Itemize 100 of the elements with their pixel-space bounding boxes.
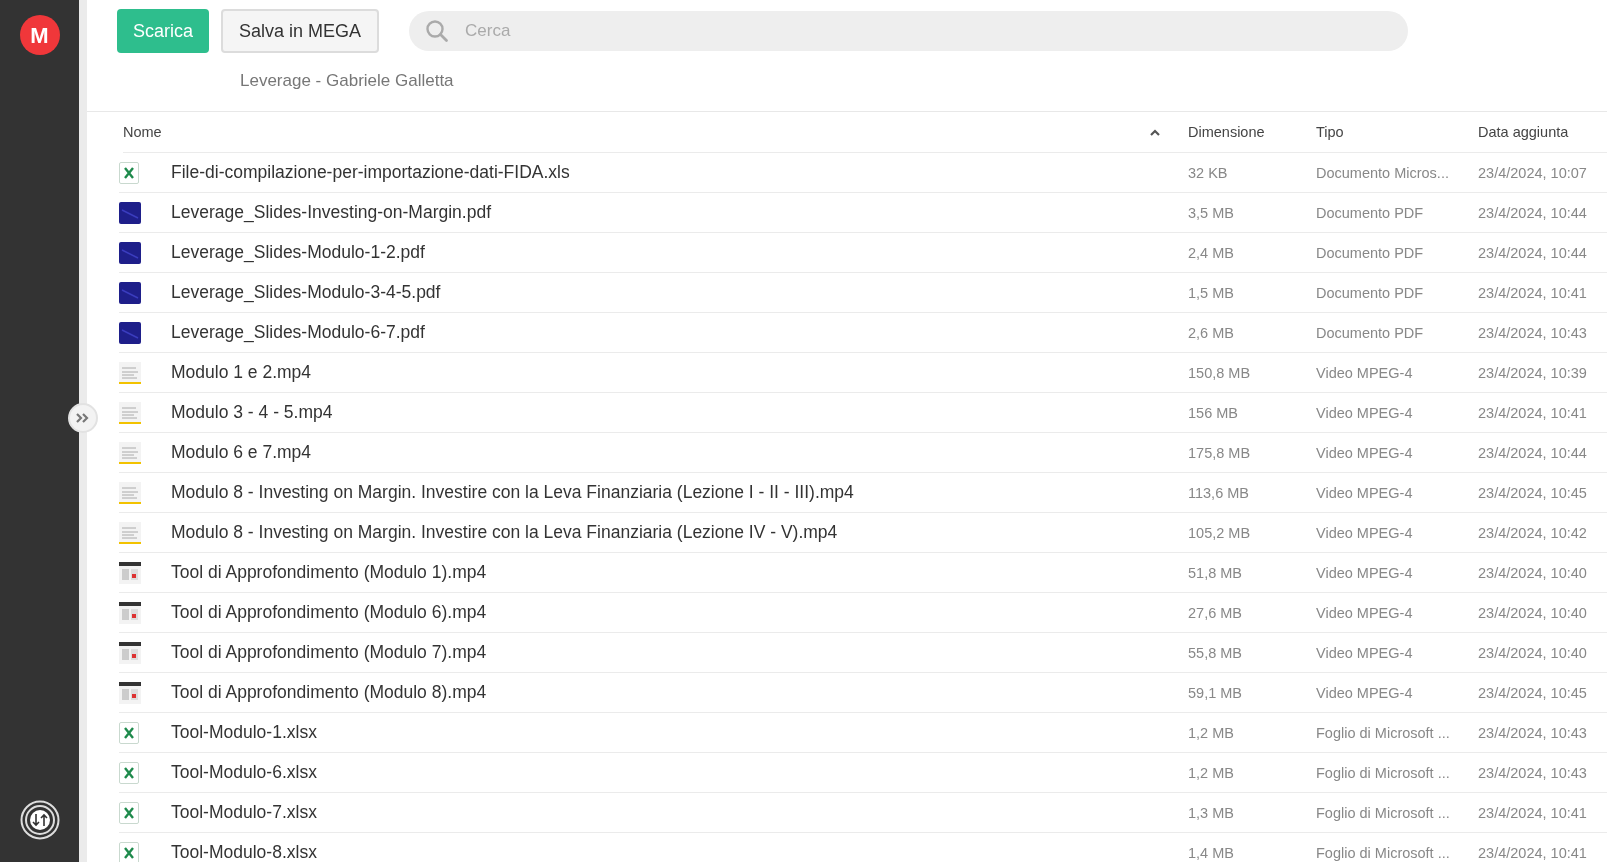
search-bar[interactable]: Cerca: [409, 11, 1409, 51]
file-type: Documento PDF: [1316, 204, 1424, 221]
file-size: 2,6 MB: [1188, 324, 1234, 341]
file-name[interactable]: Tool-Modulo-7.xlsx: [171, 802, 317, 823]
date-added: 23/4/2024, 10:41: [1478, 844, 1587, 861]
file-size: 51,8 MB: [1188, 564, 1242, 581]
column-header[interactable]: Nome: [123, 124, 162, 140]
transfers-icon[interactable]: [19, 800, 60, 840]
file-size: 1,2 MB: [1188, 764, 1234, 781]
video-thumbnail: [119, 642, 141, 665]
file-name[interactable]: Leverage_Slides-Modulo-3-4-5.pdf: [171, 282, 441, 303]
file-name[interactable]: Tool di Approfondimento (Modulo 1).mp4: [171, 562, 487, 583]
spreadsheet-file-icon: [119, 802, 139, 825]
file-type: Foglio di Microsoft ...: [1316, 724, 1450, 741]
file-size: 3,5 MB: [1188, 204, 1234, 221]
file-size: 2,4 MB: [1188, 244, 1234, 261]
date-added: 23/4/2024, 10:42: [1478, 524, 1587, 541]
expand-sidebar-button[interactable]: [68, 403, 98, 433]
file-size: 1,3 MB: [1188, 804, 1234, 821]
file-type: Foglio di Microsoft ...: [1316, 764, 1450, 781]
video-thumbnail: [119, 442, 141, 465]
date-added: 23/4/2024, 10:43: [1478, 724, 1587, 741]
file-name[interactable]: Modulo 8 - Investing on Margin. Investire con la Leva Finanziaria (Lezione I - II - III).mp4: [171, 482, 854, 503]
file-size: 59,1 MB: [1188, 684, 1242, 701]
column-header[interactable]: Tipo: [1316, 124, 1344, 140]
file-name[interactable]: Modulo 6 e 7.mp4: [171, 442, 312, 463]
file-name[interactable]: Tool-Modulo-8.xlsx: [171, 842, 317, 862]
file-name[interactable]: Tool di Approfondimento (Modulo 6).mp4: [171, 602, 487, 623]
file-size: 1,4 MB: [1188, 844, 1234, 861]
column-header[interactable]: Dimensione: [1188, 124, 1265, 140]
date-added: 23/4/2024, 10:44: [1478, 444, 1587, 461]
date-added: 23/4/2024, 10:39: [1478, 364, 1587, 381]
video-thumbnail: [119, 362, 141, 385]
search-icon: [425, 19, 450, 43]
file-size: 32 KB: [1188, 164, 1228, 181]
file-name[interactable]: Modulo 1 e 2.mp4: [171, 362, 312, 383]
file-size: 1,2 MB: [1188, 724, 1234, 741]
file-type: Video MPEG-4: [1316, 564, 1413, 581]
document-thumbnail: [119, 202, 141, 225]
date-added: 23/4/2024, 10:45: [1478, 484, 1587, 501]
logo[interactable]: M: [19, 15, 60, 55]
file-name[interactable]: Tool-Modulo-1.xlsx: [171, 722, 317, 743]
file-type: Video MPEG-4: [1316, 444, 1413, 461]
video-thumbnail: [119, 402, 141, 425]
file-type: Video MPEG-4: [1316, 684, 1413, 701]
column-header[interactable]: Data aggiunta: [1478, 124, 1569, 140]
file-name[interactable]: Modulo 8 - Investing on Margin. Investire con la Leva Finanziaria (Lezione IV - V).mp4: [171, 522, 838, 543]
file-size: 105,2 MB: [1188, 524, 1251, 541]
date-added: 23/4/2024, 10:40: [1478, 564, 1587, 581]
file-type: Documento PDF: [1316, 284, 1424, 301]
file-size: 150,8 MB: [1188, 364, 1251, 381]
file-size: 27,6 MB: [1188, 604, 1242, 621]
spreadsheet-file-icon: [119, 162, 139, 185]
file-name[interactable]: Leverage_Slides-Modulo-6-7.pdf: [171, 322, 425, 343]
spreadsheet-file-icon: [119, 842, 139, 862]
date-added: 23/4/2024, 10:07: [1478, 164, 1587, 181]
date-added: 23/4/2024, 10:44: [1478, 244, 1587, 261]
spreadsheet-file-icon: [119, 722, 139, 745]
file-type: Video MPEG-4: [1316, 604, 1413, 621]
file-type: Video MPEG-4: [1316, 524, 1413, 541]
file-name[interactable]: Tool-Modulo-6.xlsx: [171, 762, 317, 783]
date-added: 23/4/2024, 10:45: [1478, 684, 1587, 701]
file-type: Documento PDF: [1316, 324, 1424, 341]
save-button[interactable]: Salva in MEGA: [221, 9, 380, 53]
file-type: Documento Micros...: [1316, 164, 1449, 181]
date-added: 23/4/2024, 10:41: [1478, 284, 1587, 301]
video-thumbnail: [119, 482, 141, 505]
video-thumbnail: [119, 602, 141, 625]
file-type: Foglio di Microsoft ...: [1316, 844, 1450, 861]
file-name[interactable]: Modulo 3 - 4 - 5.mp4: [171, 402, 333, 423]
video-thumbnail: [119, 522, 141, 545]
file-name[interactable]: Leverage_Slides-Investing-on-Margin.pdf: [171, 202, 492, 223]
document-thumbnail: [119, 322, 141, 345]
video-thumbnail: [119, 562, 141, 585]
date-added: 23/4/2024, 10:40: [1478, 604, 1587, 621]
date-added: 23/4/2024, 10:44: [1478, 204, 1587, 221]
search-field[interactable]: Cerca: [463, 17, 1393, 45]
folder-title: Leverage - Gabriele Galletta: [240, 71, 454, 90]
file-size: 1,5 MB: [1188, 284, 1234, 301]
file-type: Video MPEG-4: [1316, 644, 1413, 661]
date-added: 23/4/2024, 10:43: [1478, 324, 1587, 341]
file-size: 175,8 MB: [1188, 444, 1251, 461]
file-size: 113,6 MB: [1188, 484, 1249, 501]
file-name[interactable]: Tool di Approfondimento (Modulo 7).mp4: [171, 642, 487, 663]
file-name[interactable]: File-di-compilazione-per-importazione-dati-FIDA.xls: [171, 162, 570, 183]
date-added: 23/4/2024, 10:40: [1478, 644, 1587, 661]
file-size: 156 MB: [1188, 404, 1238, 421]
file-size: 55,8 MB: [1188, 644, 1242, 661]
file-type: Foglio di Microsoft ...: [1316, 804, 1450, 821]
file-type: Video MPEG-4: [1316, 364, 1413, 381]
spreadsheet-file-icon: [119, 762, 139, 785]
file-type: Video MPEG-4: [1316, 484, 1413, 501]
file-name[interactable]: Tool di Approfondimento (Modulo 8).mp4: [171, 682, 487, 703]
file-type: Video MPEG-4: [1316, 404, 1413, 421]
file-name[interactable]: Leverage_Slides-Modulo-1-2.pdf: [171, 242, 425, 263]
document-thumbnail: [119, 242, 141, 265]
document-thumbnail: [119, 282, 141, 305]
date-added: 23/4/2024, 10:41: [1478, 404, 1587, 421]
date-added: 23/4/2024, 10:41: [1478, 804, 1587, 821]
double-chevron-icon: [75, 412, 91, 424]
